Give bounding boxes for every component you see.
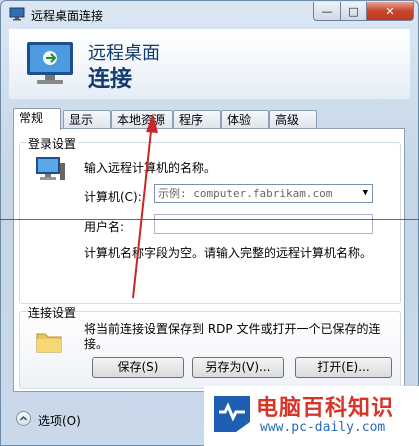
connection-settings-group: 连接设置 将当前连接设置保存到 RDP 文件或打开一个已保存的连接。 保存(S)… <box>19 306 401 389</box>
watermark-url: www.pc-daily.com <box>260 420 386 435</box>
window-title: 远程桌面连接 <box>31 9 104 23</box>
watermark-logo-icon <box>214 396 250 432</box>
watermark: 电脑百科知识 www.pc-daily.com <box>204 386 419 446</box>
tab-panel-general: 登录设置 输入远程计算机的名称。 计算机(C): 示例: computer.fa… <box>13 128 405 392</box>
options-toggle-button[interactable] <box>16 411 31 426</box>
tab-local-resources[interactable]: 本地资源 <box>111 110 173 128</box>
connection-settings-legend: 连接设置 <box>28 306 77 320</box>
tab-bar: 常规 显示 本地资源 程序 体验 高级 <box>13 108 413 130</box>
header-banner: 远程桌面 连接 <box>9 29 410 99</box>
login-settings-legend: 登录设置 <box>26 135 79 152</box>
connection-description-line: 将当前连接设置保存到 RDP 文件或打开一个已保存的连接。 <box>84 322 384 352</box>
title-bar[interactable]: 远程桌面连接 — □ ✕ <box>1 1 418 29</box>
login-settings-group: 登录设置 输入远程计算机的名称。 计算机(C): 示例: computer.fa… <box>19 135 401 304</box>
folder-icon <box>36 333 62 353</box>
annotation-horizontal-line <box>0 219 419 220</box>
monitor-icon <box>27 42 73 84</box>
computer-combobox-placeholder: 示例: computer.fabrikam.com <box>158 187 333 200</box>
watermark-title: 电脑百科知识 <box>256 396 395 421</box>
computer-name-prompt: 输入远程计算机的名称。 <box>84 161 217 175</box>
close-button[interactable]: ✕ <box>366 2 414 21</box>
username-field[interactable] <box>154 214 373 234</box>
connection-description: 将当前连接设置保存到 RDP 文件或打开一个已保存的连接。 <box>84 322 381 351</box>
computer-icon <box>36 157 65 180</box>
save-as-button[interactable]: 另存为(V)... <box>192 357 284 378</box>
username-label: 用户名: <box>84 220 125 234</box>
empty-computer-warning: 计算机名称字段为空。请输入完整的远程计算机名称。 <box>84 246 373 260</box>
remote-desktop-icon <box>9 7 25 21</box>
save-button[interactable]: 保存(S) <box>92 357 184 378</box>
maximize-button[interactable]: □ <box>340 2 367 21</box>
tab-programs[interactable]: 程序 <box>173 110 221 128</box>
tab-experience[interactable]: 体验 <box>221 110 269 128</box>
chevron-up-icon <box>19 415 28 421</box>
options-label[interactable]: 选项(O) <box>38 412 81 429</box>
chevron-down-icon[interactable]: ▼ <box>363 185 368 202</box>
minimize-button[interactable]: — <box>313 2 341 21</box>
tab-display[interactable]: 显示 <box>63 110 111 128</box>
open-button[interactable]: 打开(E)... <box>295 357 392 378</box>
rdp-window: 远程桌面连接 — □ ✕ 远程桌面 连接 常规 显示 本地资源 程序 体验 高级… <box>0 0 419 446</box>
tab-advanced[interactable]: 高级 <box>269 110 317 128</box>
computer-label: 计算机(C): <box>84 190 142 204</box>
computer-combobox[interactable]: 示例: computer.fabrikam.com ▼ <box>154 184 373 203</box>
banner-title-line2: 连接 <box>88 67 133 92</box>
tab-general[interactable]: 常规 <box>13 108 61 130</box>
